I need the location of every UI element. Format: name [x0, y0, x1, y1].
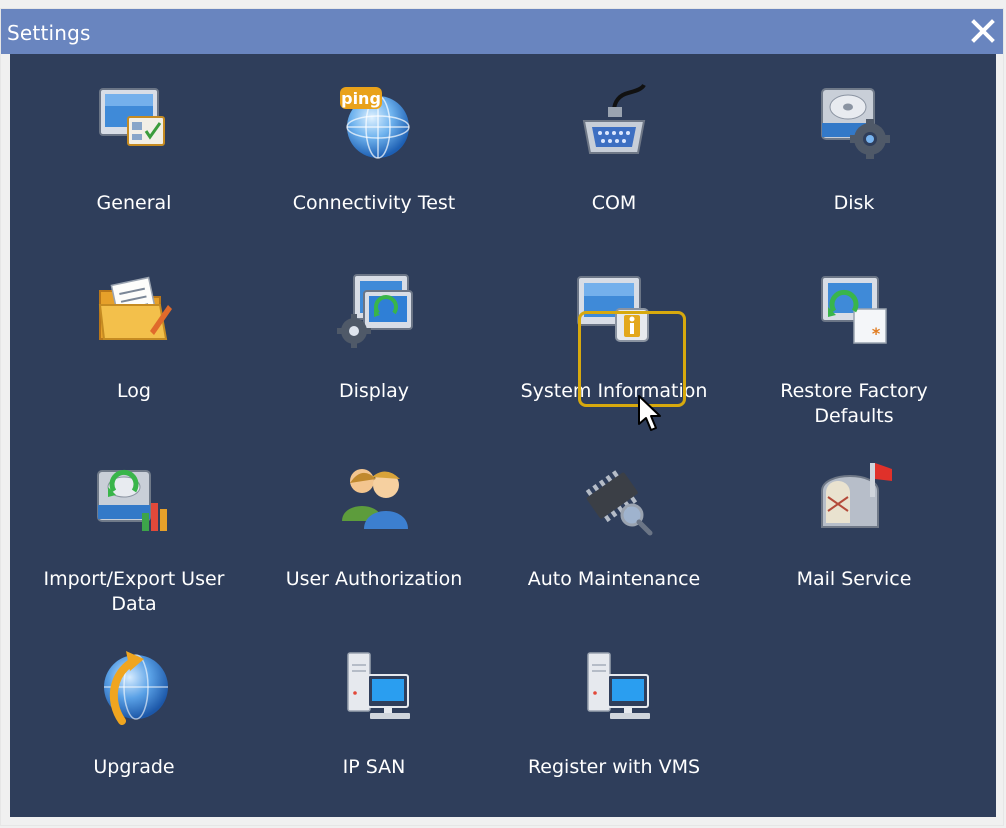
item-label: COM [591, 192, 637, 214]
user-authorization-item[interactable]: User Authorization [254, 430, 494, 610]
display-item[interactable]: Display [254, 242, 494, 422]
log-item[interactable]: Log [14, 242, 254, 422]
restore-factory-defaults-item[interactable]: * Restore Factory Defaults [734, 242, 974, 427]
log-folder-icon [94, 269, 174, 349]
disk-item[interactable]: Disk [734, 54, 974, 234]
general-settings-icon [94, 81, 174, 161]
settings-grid: General ping Connectivity Test COM Disk … [10, 54, 996, 817]
ping-globe-icon: ping [334, 81, 414, 161]
item-label: Mail Service [796, 568, 912, 590]
general-item[interactable]: General [14, 54, 254, 234]
item-label: Connectivity Test [292, 192, 456, 214]
users-icon [334, 457, 414, 537]
item-label: Upgrade [93, 756, 175, 778]
connectivity-test-item[interactable]: ping Connectivity Test [254, 54, 494, 234]
svg-text:ping: ping [341, 89, 381, 108]
display-settings-icon [334, 269, 414, 349]
mail-service-item[interactable]: Mail Service [734, 430, 974, 610]
item-label: Restore Factory Defaults [780, 380, 928, 427]
chip-magnifier-icon [574, 457, 654, 537]
close-icon[interactable] [967, 15, 999, 47]
item-label: Display [338, 380, 410, 402]
item-label: User Authorization [285, 568, 463, 590]
register-with-vms-item[interactable]: Register with VMS [494, 618, 734, 798]
selection-highlight [578, 311, 686, 407]
item-label: IP SAN [342, 756, 406, 778]
import-export-icon [94, 457, 174, 537]
settings-window: Settings General ping Connectivity Test … [0, 8, 1004, 826]
network-server-icon [334, 645, 414, 725]
disk-gear-icon [814, 81, 894, 161]
svg-text:*: * [872, 324, 881, 343]
mailbox-icon [814, 457, 894, 537]
com-item[interactable]: COM [494, 54, 734, 234]
item-label: General [96, 192, 172, 214]
restore-defaults-icon: * [814, 269, 894, 349]
import-export-user-data-item[interactable]: Import/Export User Data [14, 430, 254, 615]
auto-maintenance-item[interactable]: Auto Maintenance [494, 430, 734, 610]
item-label: Auto Maintenance [527, 568, 701, 590]
item-label: Log [117, 380, 151, 402]
mouse-pointer-icon [637, 394, 663, 434]
item-label: Disk [833, 192, 875, 214]
title-bar[interactable]: Settings [1, 9, 1003, 54]
upgrade-globe-icon [94, 645, 174, 725]
item-label: Import/Export User Data [43, 568, 225, 615]
ip-san-item[interactable]: IP SAN [254, 618, 494, 798]
network-server-icon [574, 645, 654, 725]
serial-port-icon [574, 81, 654, 161]
item-label: Register with VMS [527, 756, 701, 778]
window-title: Settings [7, 21, 91, 45]
upgrade-item[interactable]: Upgrade [14, 618, 254, 798]
